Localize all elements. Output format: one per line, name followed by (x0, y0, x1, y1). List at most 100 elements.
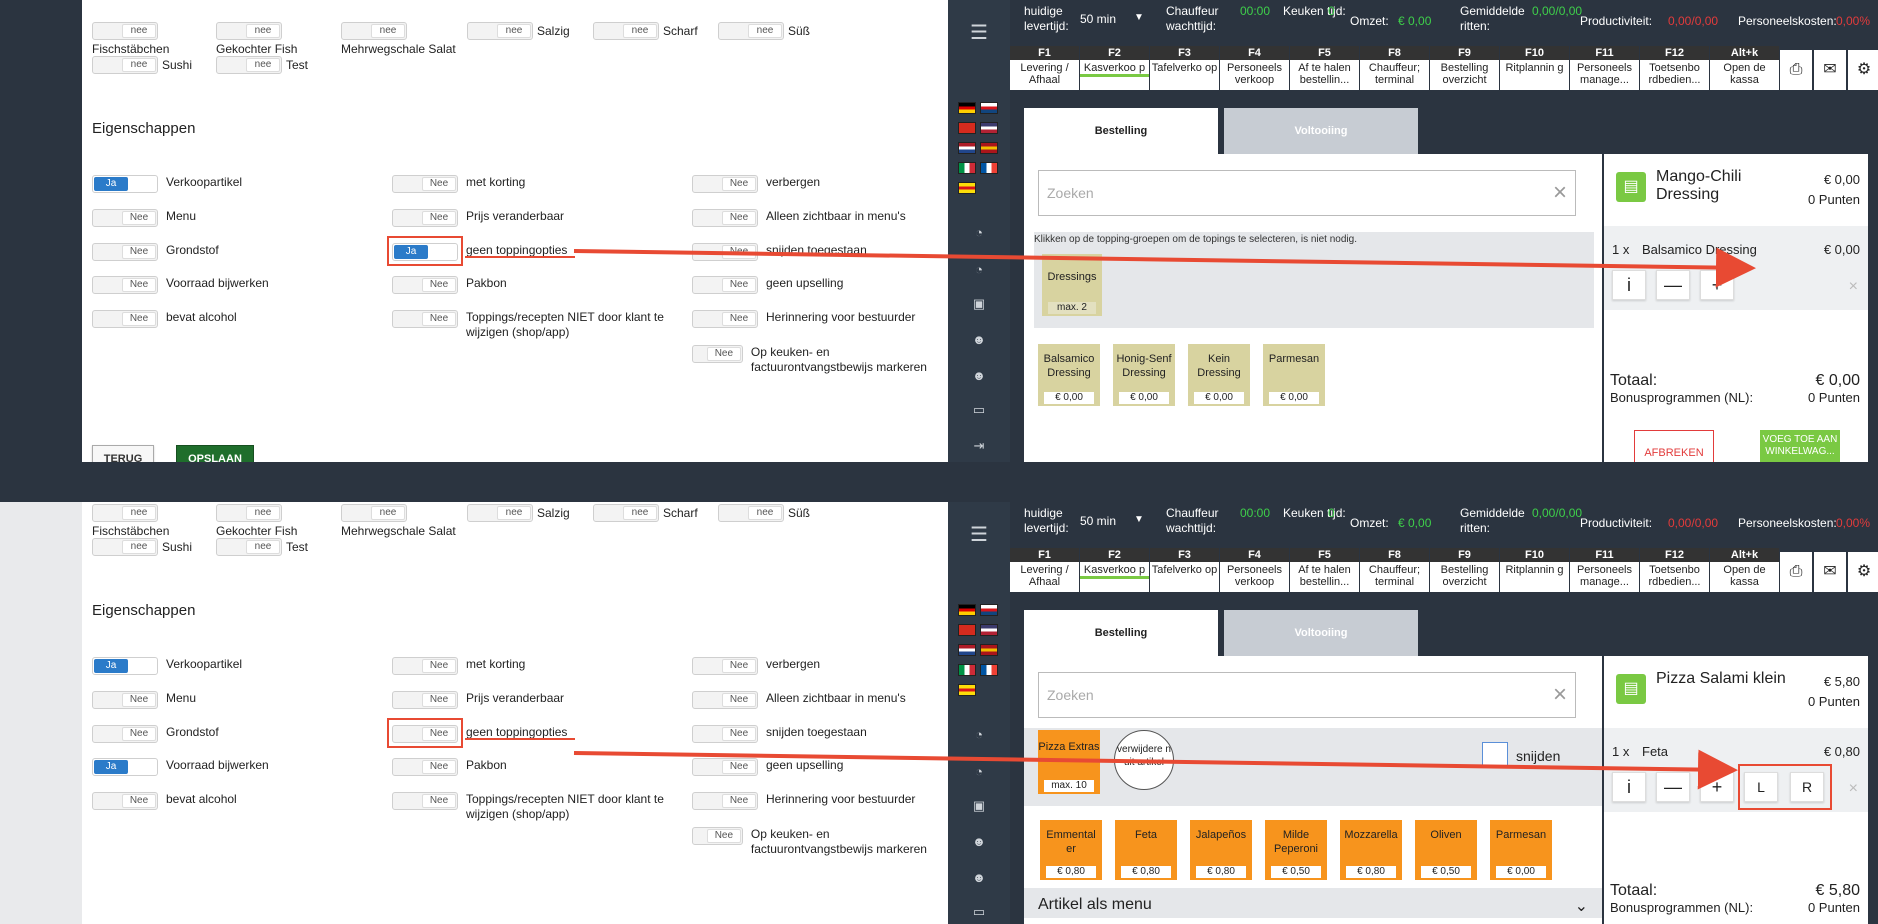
property-toggle[interactable]: Nee (392, 691, 458, 709)
allergen-switch[interactable]: nee (718, 22, 784, 40)
language-flag-icon[interactable] (958, 644, 976, 656)
monitor-icon[interactable]: ▭ (948, 904, 1010, 920)
users-icon[interactable]: ☻ (948, 368, 1010, 383)
language-flag-icon[interactable] (958, 664, 976, 676)
close-icon[interactable]: × (1553, 673, 1567, 717)
language-flag-icon[interactable] (958, 162, 976, 174)
language-flag-icon[interactable] (958, 684, 976, 696)
fkey-button[interactable]: F2 Kasverkoo p (1080, 46, 1149, 90)
topping-tile[interactable]: Emmental er € 0,80 (1040, 820, 1102, 880)
chevron-down-icon[interactable]: ⌄ (1575, 896, 1588, 916)
gear-icon[interactable]: ⚙ (1848, 552, 1878, 592)
allergen-switch[interactable]: nee (467, 22, 533, 40)
snijden-checkbox[interactable] (1482, 742, 1508, 768)
mail-icon[interactable]: ✉ (1814, 552, 1846, 592)
back-button[interactable]: TERUG (92, 445, 154, 462)
users-icon[interactable]: ☻ (948, 834, 1010, 849)
allergen-switch[interactable]: nee (92, 22, 158, 40)
fkey-button[interactable]: F11 Personeels manage... (1570, 548, 1639, 592)
language-flag-icon[interactable] (958, 102, 976, 114)
property-toggle[interactable]: Nee (392, 276, 458, 294)
speedometer-icon[interactable]: ◔ (948, 262, 1010, 277)
fkey-button[interactable]: F11 Personeels manage... (1570, 46, 1639, 90)
allergen-switch[interactable]: nee (593, 22, 659, 40)
plus-button[interactable]: + (1700, 270, 1734, 300)
fkey-button[interactable]: F8 Chauffeur; terminal (1360, 548, 1429, 592)
info-button[interactable]: i (1612, 270, 1646, 300)
fkey-button[interactable]: F4 Personeels verkoop (1220, 46, 1289, 90)
topping-group[interactable]: Dressings max. 2 (1042, 254, 1102, 316)
property-toggle[interactable]: Nee (92, 725, 158, 743)
language-flag-icon[interactable] (980, 624, 998, 636)
property-toggle[interactable]: Nee (392, 758, 458, 776)
allergen-switch[interactable]: nee (718, 504, 784, 522)
property-toggle[interactable]: Nee (392, 657, 458, 675)
fkey-button[interactable]: F2 Kasverkoo p (1080, 548, 1149, 592)
fkey-button[interactable]: F8 Chauffeur; terminal (1360, 46, 1429, 90)
fkey-button[interactable]: F3 Tafelverko op (1150, 548, 1219, 592)
allergen-switch[interactable]: nee (92, 538, 158, 556)
topping-tile[interactable]: Balsamico Dressing € 0,00 (1038, 344, 1100, 406)
printer-icon[interactable]: ⎙ (1780, 50, 1812, 90)
property-toggle[interactable]: Nee (692, 345, 743, 363)
property-toggle[interactable]: Nee (392, 310, 458, 328)
property-toggle[interactable]: Nee (692, 792, 758, 810)
property-toggle[interactable]: Nee (392, 209, 458, 227)
property-toggle[interactable]: Nee (692, 276, 758, 294)
topping-tile[interactable]: Jalapeños € 0,80 (1190, 820, 1252, 880)
tab-voltooiing[interactable]: Voltooiing (1224, 108, 1418, 154)
allergen-switch[interactable]: nee (341, 504, 407, 522)
search-input[interactable]: Zoeken × (1038, 170, 1576, 216)
property-toggle[interactable]: Ja (92, 758, 158, 776)
language-flag-icon[interactable] (980, 604, 998, 616)
minus-button[interactable]: — (1656, 270, 1690, 300)
language-flag-icon[interactable] (980, 142, 998, 154)
property-toggle[interactable]: Nee (392, 175, 458, 193)
fkey-button[interactable]: F1 Levering / Afhaal (1010, 548, 1079, 592)
fkey-button[interactable]: F12 Toetsenbo rdbedien... (1640, 548, 1709, 592)
hamburger-menu-icon[interactable]: ☰ (948, 20, 1010, 45)
remove-line-button[interactable]: × (1849, 278, 1858, 296)
printer-icon[interactable]: ⎙ (1780, 552, 1812, 592)
fkey-button[interactable]: Alt+k Open de kassa (1710, 46, 1779, 90)
property-toggle[interactable]: Nee (392, 792, 458, 810)
plus-button[interactable]: + (1700, 772, 1734, 802)
topping-tile[interactable]: Kein Dressing € 0,00 (1188, 344, 1250, 406)
speedometer-icon[interactable]: ◔ (948, 727, 1010, 742)
topping-tile[interactable]: Feta € 0,80 (1115, 820, 1177, 880)
fkey-button[interactable]: F12 Toetsenbo rdbedien... (1640, 46, 1709, 90)
fkey-button[interactable]: F1 Levering / Afhaal (1010, 46, 1079, 90)
fkey-button[interactable]: F4 Personeels verkoop (1220, 548, 1289, 592)
users-icon[interactable]: ☻ (948, 870, 1010, 885)
chevron-down-icon[interactable]: ▼ (1134, 12, 1144, 23)
language-flag-icon[interactable] (980, 644, 998, 656)
fkey-button[interactable]: Alt+k Open de kassa (1710, 548, 1779, 592)
tab-bestelling[interactable]: Bestelling (1024, 610, 1218, 656)
allergen-switch[interactable]: nee (216, 538, 282, 556)
language-flag-icon[interactable] (958, 624, 976, 636)
language-flag-icon[interactable] (980, 664, 998, 676)
allergen-switch[interactable]: nee (593, 504, 659, 522)
speedometer-icon[interactable]: ◔ (948, 225, 1010, 240)
hamburger-menu-icon[interactable]: ☰ (948, 522, 1010, 547)
language-flag-icon[interactable] (980, 162, 998, 174)
language-flag-icon[interactable] (958, 142, 976, 154)
archive-icon[interactable]: ▣ (948, 296, 1010, 312)
save-button[interactable]: OPSLAAN (176, 445, 254, 462)
property-toggle[interactable]: Nee (92, 243, 158, 261)
fkey-button[interactable]: F10 Ritplannin g (1500, 548, 1569, 592)
allergen-switch[interactable]: nee (92, 504, 158, 522)
allergen-switch[interactable]: nee (341, 22, 407, 40)
property-toggle[interactable]: Nee (692, 657, 758, 675)
gear-icon[interactable]: ⚙ (1848, 50, 1878, 90)
remove-line-button[interactable]: × (1849, 780, 1858, 798)
property-toggle[interactable]: Nee (92, 276, 158, 294)
tab-bestelling[interactable]: Bestelling (1024, 108, 1218, 154)
topping-tile[interactable]: Parmesan € 0,00 (1490, 820, 1552, 880)
property-toggle[interactable]: Nee (692, 691, 758, 709)
topping-tile[interactable]: Milde Peperoni € 0,50 (1265, 820, 1327, 880)
language-flag-icon[interactable] (958, 182, 976, 194)
property-toggle[interactable]: Nee (92, 691, 158, 709)
tab-voltooiing[interactable]: Voltooiing (1224, 610, 1418, 656)
language-flag-icon[interactable] (980, 122, 998, 134)
